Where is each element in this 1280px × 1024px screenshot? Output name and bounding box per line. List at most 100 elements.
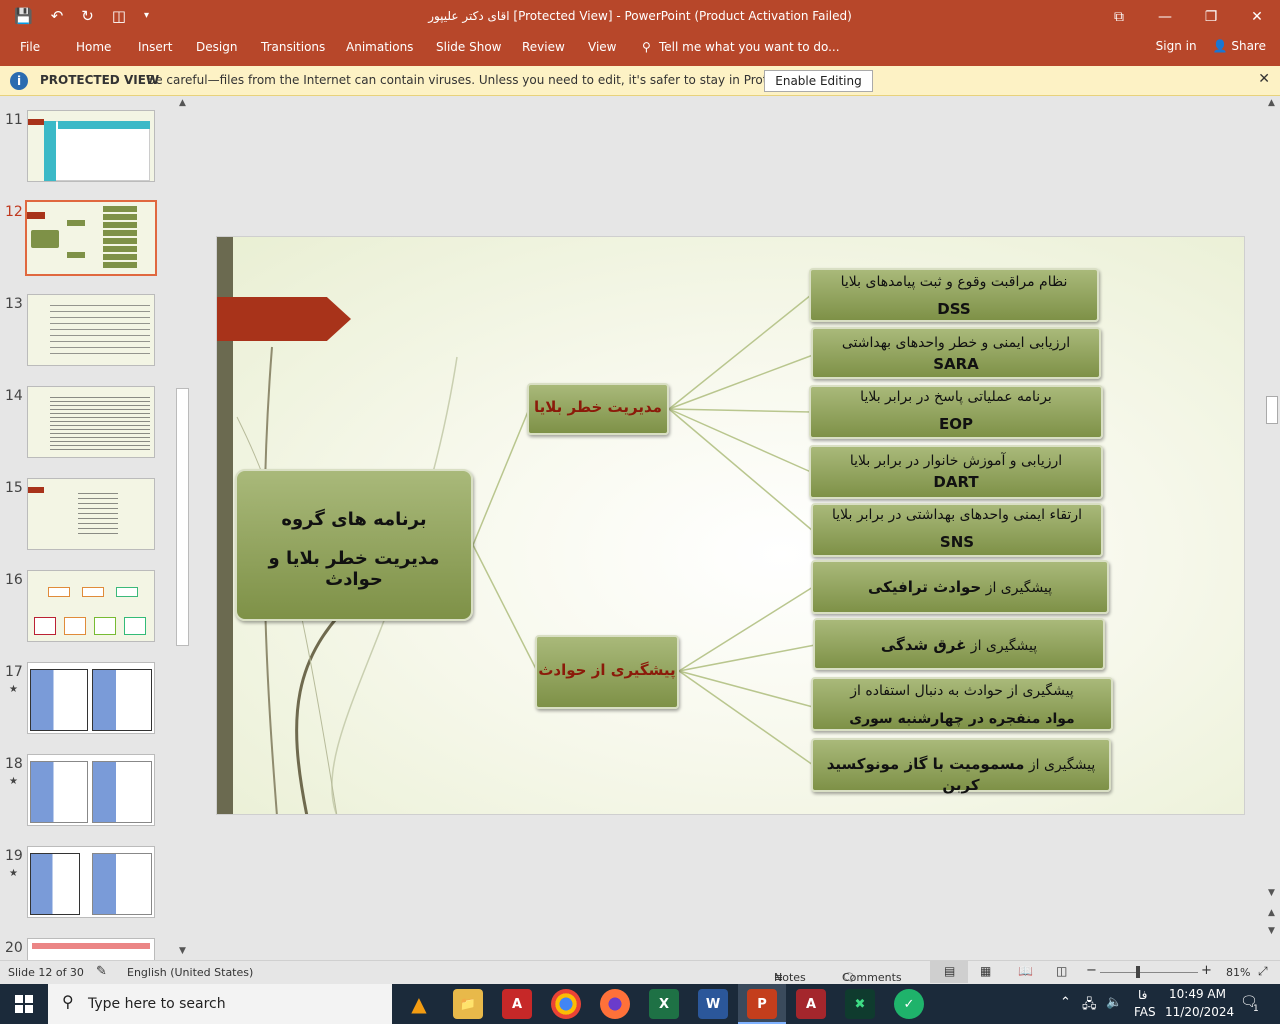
tab-animations[interactable]: Animations <box>346 40 413 54</box>
start-button[interactable] <box>0 984 48 1024</box>
item-title: ارزیابی ایمنی و خطر واحدهای بهداشتی <box>841 335 1071 351</box>
reading-view-icon[interactable]: 📖 <box>1018 964 1033 978</box>
zoom-slider-track[interactable] <box>1100 972 1198 973</box>
windows-icon <box>15 995 33 1013</box>
item-node-sara[interactable]: ارزیابی ایمنی و خطر واحدهای بهداشتی SARA <box>811 327 1101 379</box>
app-icon[interactable]: ✖ <box>845 989 875 1019</box>
scroll-up-icon[interactable]: ▲ <box>1268 98 1275 108</box>
item-title: ارتقاء ایمنی واحدهای بهداشتی در برابر بل… <box>832 507 1082 523</box>
acrobat-icon[interactable]: A <box>502 989 532 1019</box>
slide-thumbnail[interactable]: 15 <box>0 478 176 558</box>
center-node[interactable]: برنامه های گروه مدیریت خطر بلایا و حوادث <box>235 469 473 621</box>
file-explorer-icon[interactable]: 📁 <box>453 989 483 1019</box>
spell-check-icon[interactable]: ✎ <box>96 964 107 979</box>
enable-editing-button[interactable]: Enable Editing <box>764 70 873 92</box>
scroll-up-icon[interactable]: ▲ <box>179 98 186 108</box>
clock-date[interactable]: 11/20/2024 <box>1165 1005 1234 1019</box>
zoom-in-icon[interactable]: + <box>1201 963 1212 978</box>
slide-thumbnail[interactable]: 11 <box>0 110 176 190</box>
language-indicator[interactable]: English (United States) <box>127 966 253 979</box>
input-language-short[interactable]: فا <box>1138 988 1147 1002</box>
network-icon[interactable]: 🖧 <box>1082 995 1097 1017</box>
slide-thumbnail[interactable]: 16 <box>0 570 176 650</box>
animation-star-icon: ★ <box>9 684 18 695</box>
tell-me-search[interactable]: Tell me what you want to do... <box>659 40 840 54</box>
item-node-traffic[interactable]: پیشگیری از حوادث ترافیکی <box>811 560 1109 614</box>
tab-home[interactable]: Home <box>76 40 111 54</box>
tab-view[interactable]: View <box>588 40 616 54</box>
slide-thumbnail[interactable]: 17 ★ <box>0 662 176 742</box>
close-icon[interactable]: ✕ <box>1258 71 1270 87</box>
word-icon[interactable]: W <box>698 989 728 1019</box>
scroll-thumb[interactable] <box>176 388 189 646</box>
scroll-thumb[interactable] <box>1266 396 1278 424</box>
branch-node-label: پیشگیری از حوادث <box>538 661 676 679</box>
previous-slide-icon[interactable]: ▲ <box>1268 908 1275 918</box>
firefox-icon[interactable] <box>600 989 630 1019</box>
vlc-icon[interactable]: ▲ <box>404 989 434 1019</box>
tab-review[interactable]: Review <box>522 40 565 54</box>
slide-sorter-icon[interactable]: ▦ <box>980 964 991 978</box>
item-acronym: DART <box>933 473 979 491</box>
slideshow-view-icon[interactable]: ◫ <box>1056 964 1067 978</box>
thumbnail-image <box>27 110 155 182</box>
share-button[interactable]: 👤 Share <box>1213 39 1266 53</box>
access-icon[interactable]: A <box>796 989 826 1019</box>
notification-count: 1 <box>1253 1004 1259 1014</box>
item-text: پیشگیری از غرق شدگی <box>815 635 1103 656</box>
slide-thumbnail[interactable]: 19 ★ <box>0 846 176 926</box>
tab-insert[interactable]: Insert <box>138 40 172 54</box>
powerpoint-icon[interactable]: P <box>747 989 777 1019</box>
zoom-level[interactable]: 81% <box>1226 966 1250 979</box>
item-node-dart[interactable]: ارزیابی و آموزش خانوار در برابر بلایا DA… <box>809 445 1103 499</box>
tab-transitions[interactable]: Transitions <box>261 40 325 54</box>
tab-file[interactable]: File <box>20 40 40 54</box>
zoom-slider-thumb[interactable] <box>1136 966 1140 978</box>
item-node-dss[interactable]: نظام مراقبت وقوع و ثبت پیامدهای بلایا DS… <box>809 268 1099 322</box>
branch-node-disaster-risk[interactable]: مدیریت خطر بلایا <box>527 383 669 435</box>
tab-slide-show[interactable]: Slide Show <box>436 40 501 54</box>
slide-number: 18 <box>5 756 23 772</box>
thumbnails-scrollbar[interactable]: ▲ ▼ <box>175 96 191 960</box>
editor-scrollbar[interactable]: ▲ ▼ ▲ ▼ <box>1264 96 1280 960</box>
slide-canvas[interactable]: برنامه های گروه مدیریت خطر بلایا و حوادث… <box>216 236 1245 815</box>
sign-in-link[interactable]: Sign in <box>1156 39 1197 53</box>
item-node-sns[interactable]: ارتقاء ایمنی واحدهای بهداشتی در برابر بل… <box>811 503 1103 557</box>
fit-to-window-icon[interactable]: ⤢ <box>1258 964 1268 979</box>
thumbnail-image <box>27 294 155 366</box>
item-node-co-poisoning[interactable]: پیشگیری از مسمومیت با گاز مونوکسید کربن <box>811 738 1111 794</box>
item-title: نظام مراقبت وقوع و ثبت پیامدهای بلایا <box>840 274 1068 290</box>
minimize-button[interactable]: — <box>1142 0 1188 34</box>
slide-thumbnail[interactable]: 20 ★ <box>0 938 176 960</box>
tab-design[interactable]: Design <box>196 40 237 54</box>
scroll-down-icon[interactable]: ▼ <box>179 946 186 956</box>
taskbar-search-box[interactable]: ⚲ Type here to search <box>48 984 392 1024</box>
item-node-fireworks[interactable]: پیشگیری از حوادث به دنبال استفاده از موا… <box>811 677 1113 731</box>
item-acronym: SARA <box>933 355 979 373</box>
slide-thumbnail-selected[interactable]: 12 <box>0 200 176 282</box>
check-shield-icon[interactable]: ✓ <box>894 989 924 1019</box>
clock-time[interactable]: 10:49 AM <box>1169 987 1226 1001</box>
scroll-down-icon[interactable]: ▼ <box>1268 888 1275 898</box>
thumbnail-image <box>27 478 155 550</box>
item-node-eop[interactable]: برنامه عملیاتی پاسخ در برابر بلایا EOP <box>809 385 1103 439</box>
zoom-out-icon[interactable]: − <box>1086 963 1097 978</box>
close-button[interactable]: ✕ <box>1234 0 1280 34</box>
restore-button[interactable]: ❐ <box>1188 0 1234 34</box>
ribbon-display-options-icon[interactable]: ⧉ <box>1096 0 1142 34</box>
slide-thumbnail[interactable]: 14 <box>0 386 176 466</box>
input-language-code[interactable]: FAS <box>1134 1005 1156 1019</box>
thumbnail-image <box>27 570 155 642</box>
slide-thumbnail[interactable]: 18 ★ <box>0 754 176 834</box>
chevron-up-icon[interactable]: ⌃ <box>1060 995 1071 1010</box>
branch-node-accident-prevention[interactable]: پیشگیری از حوادث <box>535 635 679 709</box>
excel-icon[interactable]: X <box>649 989 679 1019</box>
next-slide-icon[interactable]: ▼ <box>1268 926 1275 936</box>
thumbnail-image <box>27 846 155 918</box>
search-placeholder: Type here to search <box>88 996 226 1012</box>
item-acronym: SNS <box>939 533 975 551</box>
chrome-icon[interactable] <box>551 989 581 1019</box>
slide-thumbnail[interactable]: 13 <box>0 294 176 374</box>
item-node-drowning[interactable]: پیشگیری از غرق شدگی <box>813 618 1105 670</box>
volume-icon[interactable]: 🔈 <box>1106 995 1122 1010</box>
